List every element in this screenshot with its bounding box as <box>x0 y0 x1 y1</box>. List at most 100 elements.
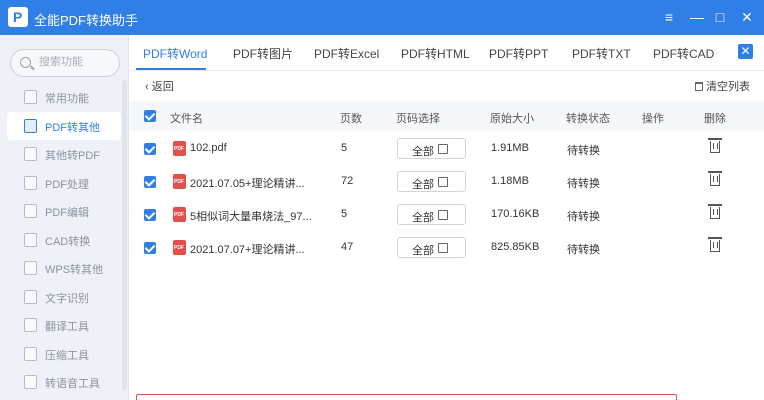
search-icon <box>20 57 31 68</box>
file-name: 2021.07.05+理论精讲... <box>190 178 305 190</box>
sidebar-item-label: 常用功能 <box>45 93 89 105</box>
column-header-page-range: 页码选择 <box>396 113 440 125</box>
sidebar-item-label: 翻译工具 <box>45 321 89 333</box>
file-size: 825.85KB <box>491 241 540 253</box>
sidebar-item-label: PDF转其他 <box>45 121 100 134</box>
page-range-label: 全部 <box>412 146 434 158</box>
tab-pdf-to-cad[interactable]: PDF转CAD <box>653 45 714 62</box>
pdf-convert-icon <box>24 118 37 133</box>
tab-pdf-to-word[interactable]: PDF转Word <box>143 45 207 62</box>
column-header-status: 转换状态 <box>566 113 610 125</box>
sidebar-item[interactable]: 压缩工具 <box>0 340 122 368</box>
compress-icon <box>24 346 37 361</box>
file-size: 170.16KB <box>491 208 540 220</box>
app-logo: P <box>8 7 28 27</box>
edit-icon <box>438 177 448 187</box>
tab-pdf-to-txt[interactable]: PDF转TXT <box>572 45 631 62</box>
minimize-icon[interactable]: — <box>688 8 706 26</box>
sidebar-item[interactable]: WPS转其他 <box>0 254 122 282</box>
convert-status: 待转换 <box>567 145 600 157</box>
page-range-button[interactable]: 全部 <box>397 138 466 159</box>
delete-icon[interactable] <box>708 204 722 219</box>
close-icon[interactable]: ✕ <box>738 8 756 26</box>
drop-zone-border[interactable] <box>136 394 677 400</box>
column-header-size: 原始大小 <box>490 113 534 125</box>
file-name: 102.pdf <box>190 142 227 154</box>
convert-status: 待转换 <box>567 244 600 256</box>
sidebar-item[interactable]: 转语音工具 <box>0 368 122 396</box>
edit-icon <box>438 144 448 154</box>
sidebar-item-label: PDF编辑 <box>45 207 89 219</box>
panel-close-icon[interactable]: ✕ <box>738 44 753 59</box>
file-size: 1.91MB <box>491 142 529 154</box>
table-row: PDF 102.pdf 5 全部 1.91MB 待转换 <box>130 132 764 165</box>
tab-pdf-to-excel[interactable]: PDF转Excel <box>314 45 379 62</box>
delete-icon[interactable] <box>708 171 722 186</box>
page-range-button[interactable]: 全部 <box>397 237 466 258</box>
sidebar-item[interactable]: PDF编辑 <box>0 197 122 225</box>
clear-list-label: 清空列表 <box>706 81 750 93</box>
sidebar-item[interactable]: 常用功能 <box>0 83 122 111</box>
maximize-icon[interactable]: □ <box>711 8 729 26</box>
sidebar-item-label: 压缩工具 <box>45 349 89 362</box>
edit-icon <box>438 210 448 220</box>
page-range-label: 全部 <box>412 179 434 191</box>
delete-icon[interactable] <box>708 237 722 252</box>
table-row: PDF 2021.07.05+理论精讲... 72 全部 1.18MB 待转换 <box>130 165 764 198</box>
file-size: 1.18MB <box>491 175 529 187</box>
search-input[interactable] <box>39 56 115 68</box>
sidebar-item-label: 其他转PDF <box>45 150 100 162</box>
row-checkbox[interactable] <box>144 209 156 221</box>
table-row: PDF 2021.07.07+理论精讲... 47 全部 825.85KB 待转换 <box>130 231 764 264</box>
page-count: 5 <box>341 208 348 220</box>
page-range-button[interactable]: 全部 <box>397 171 466 192</box>
page-count: 5 <box>341 142 348 154</box>
back-link[interactable]: ‹ 返回 <box>145 78 174 94</box>
table-header: 文件名 页数 页码选择 原始大小 转换状态 操作 删除 <box>130 101 764 131</box>
tab-bar: PDF转Word PDF转图片 PDF转Excel PDF转HTML PDF转P… <box>130 35 764 71</box>
trash-icon <box>695 82 703 91</box>
app-title: 全能PDF转换助手 <box>34 13 139 28</box>
column-header-delete: 删除 <box>704 113 726 125</box>
row-checkbox[interactable] <box>144 176 156 188</box>
sidebar-item[interactable]: 翻译工具 <box>0 311 122 339</box>
pdf-process-icon <box>24 175 37 190</box>
row-checkbox[interactable] <box>144 143 156 155</box>
clear-list-button[interactable]: 清空列表 <box>695 78 750 94</box>
sidebar-item[interactable]: PDF转其他 <box>7 111 121 140</box>
sidebar-scrollbar[interactable] <box>122 80 127 390</box>
sidebar-item[interactable]: CAD转换 <box>0 226 122 254</box>
sidebar-item-label: 转语音工具 <box>45 378 100 390</box>
file-name: 2021.07.07+理论精讲... <box>190 244 305 256</box>
voice-icon <box>24 375 37 389</box>
tab-pdf-to-ppt[interactable]: PDF转PPT <box>489 45 548 62</box>
page-range-label: 全部 <box>412 212 434 224</box>
title-bar: P 全能PDF转换助手 ≡ — □ ✕ <box>0 0 764 35</box>
row-checkbox[interactable] <box>144 242 156 254</box>
sidebar-item-label: PDF处理 <box>45 178 89 191</box>
page-range-label: 全部 <box>412 245 434 257</box>
star-icon <box>24 90 37 104</box>
tab-pdf-to-image[interactable]: PDF转图片 <box>233 45 293 62</box>
active-tab-indicator <box>136 68 206 70</box>
pdf-edit-icon <box>24 204 37 218</box>
select-all-checkbox[interactable] <box>144 110 156 122</box>
menu-icon[interactable]: ≡ <box>660 8 678 26</box>
cad-icon <box>24 232 37 247</box>
sidebar-item[interactable]: 文字识别 <box>0 283 122 311</box>
convert-status: 待转换 <box>567 211 600 223</box>
sidebar-item[interactable]: PDF处理 <box>0 169 122 197</box>
sidebar-item-label: WPS转其他 <box>45 264 104 276</box>
pdf-file-icon: PDF <box>173 174 186 189</box>
pdf-file-icon: PDF <box>173 141 186 156</box>
page-count: 72 <box>341 175 354 187</box>
page-range-button[interactable]: 全部 <box>397 204 466 225</box>
sidebar-item[interactable]: 其他转PDF <box>0 140 122 168</box>
sidebar-item-label: 文字识别 <box>45 292 89 305</box>
to-pdf-icon <box>24 147 37 161</box>
tab-pdf-to-html[interactable]: PDF转HTML <box>401 45 470 62</box>
search-box[interactable] <box>10 49 120 77</box>
table-row: PDF 5相似词大量串烧法_97... 5 全部 170.16KB 待转换 <box>130 198 764 231</box>
delete-icon[interactable] <box>708 138 722 153</box>
edit-icon <box>438 243 448 253</box>
